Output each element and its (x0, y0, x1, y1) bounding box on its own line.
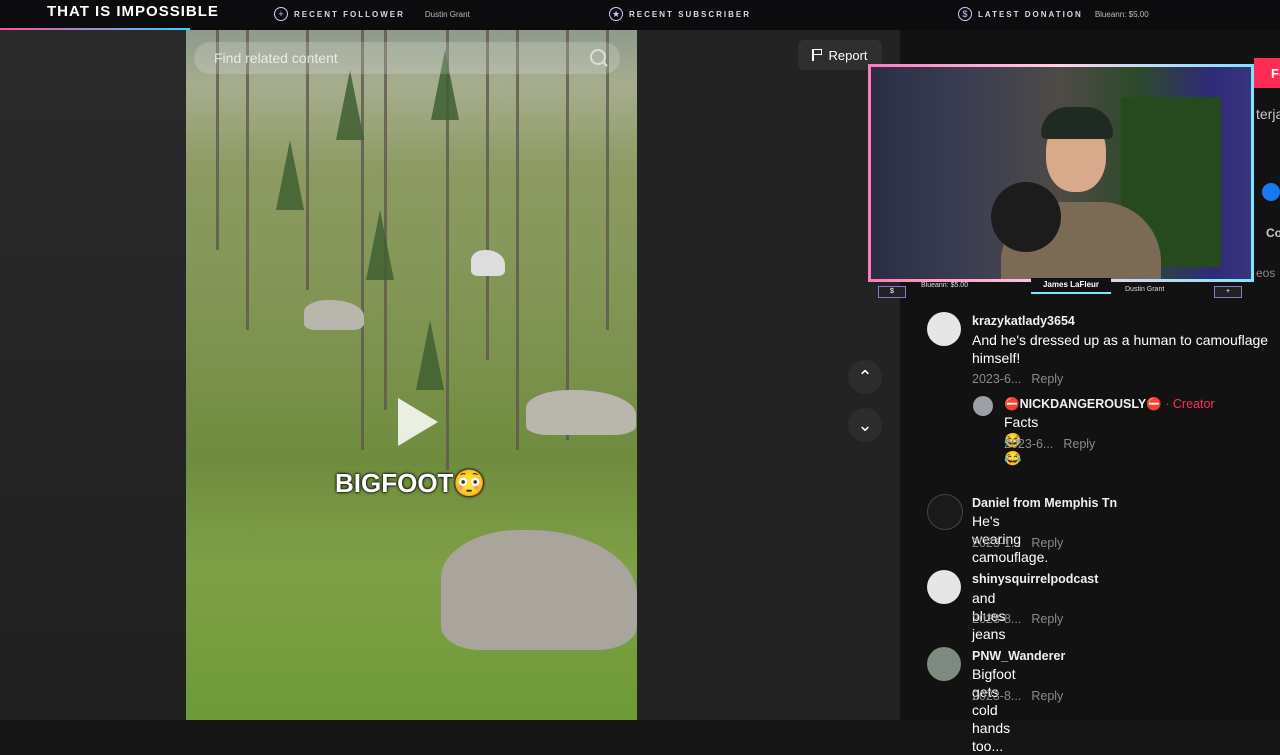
rock (441, 530, 637, 650)
microphone (991, 182, 1061, 252)
tree-trunk (246, 30, 249, 330)
reply-button[interactable]: Reply (1031, 689, 1063, 703)
comment-meta: 2023-6... Reply (1004, 437, 1095, 451)
partial-text: terja (1256, 106, 1280, 122)
rock (526, 390, 636, 435)
avatar[interactable] (927, 647, 961, 681)
reply-button[interactable]: Reply (1031, 536, 1063, 550)
recent-subscriber-ticker: ★ RECENT SUBSCRIBER (609, 7, 751, 21)
tree-trunk (606, 30, 609, 330)
pine-tree (276, 140, 304, 210)
previous-video-button[interactable]: ⌃ (848, 360, 882, 394)
dollar-icon: $ (958, 7, 972, 21)
stream-overlay-bar: THAT IS IMPOSSIBLE + RECENT FOLLOWER Dus… (0, 0, 1280, 30)
partial-tab[interactable]: Co (1266, 226, 1280, 240)
left-background (0, 30, 186, 720)
comment-date: 2023-6... (972, 372, 1022, 386)
plus-icon: + (1214, 286, 1242, 298)
chevron-down-icon: ⌄ (857, 414, 873, 435)
tree-trunk (486, 30, 489, 360)
comment-date: 2023-8... (972, 689, 1022, 703)
recent-follower-ticker: + RECENT FOLLOWER Dustin Grant (274, 7, 470, 21)
play-icon[interactable] (398, 398, 438, 446)
comment-username[interactable]: ⛔NICKDANGEROUSLY⛔ · Creator (1004, 397, 1215, 412)
cam-streamer-name: James LaFleur (1031, 278, 1111, 294)
chevron-up-icon: ⌃ (857, 366, 873, 387)
reply-button[interactable]: Reply (1031, 612, 1063, 626)
rock (304, 300, 364, 330)
comment-meta: 2023-6... Reply (972, 372, 1063, 386)
reply-button[interactable]: Reply (1063, 437, 1095, 451)
creator-badge: · Creator (1165, 397, 1215, 411)
avatar[interactable] (927, 312, 961, 346)
comment-text: And he's dressed up as a human to camouf… (972, 332, 1269, 366)
tree-trunk (516, 30, 519, 450)
next-video-button[interactable]: ⌄ (848, 408, 882, 442)
streamer (991, 107, 1161, 279)
avatar[interactable] (927, 570, 961, 604)
cam-donation-value: Blueann: $5.00 (921, 282, 969, 289)
pine-tree (416, 320, 444, 390)
comment-date: 2023-1... (972, 536, 1022, 550)
latest-donation-label: LATEST DONATION (978, 9, 1083, 19)
webcam-overlay (868, 64, 1254, 282)
comment-date: 2023-8... (972, 612, 1022, 626)
follow-button[interactable]: Fo (1254, 58, 1280, 88)
comment-meta: 2023-8... Reply (972, 612, 1063, 626)
comment-text: Bigfoot gets cold hands too... (972, 666, 1016, 754)
search-bar[interactable]: Find related content (194, 42, 620, 74)
comment-meta: 2023-8... Reply (972, 689, 1063, 703)
search-input[interactable]: Find related content (214, 50, 338, 66)
comment-username[interactable]: PNW_Wanderer (972, 649, 1065, 663)
stream-title: THAT IS IMPOSSIBLE (47, 3, 219, 20)
report-label: Report (828, 47, 868, 63)
latest-donation-value: Blueann: $5.00 (1094, 9, 1149, 19)
comment-meta: 2023-1... Reply (972, 536, 1063, 550)
comment-date: 2023-6... (1004, 437, 1054, 451)
title-accent-line (0, 28, 190, 30)
facebook-icon[interactable] (1262, 183, 1280, 201)
recent-subscriber-label: RECENT SUBSCRIBER (629, 9, 752, 19)
dollar-icon: $ (878, 286, 906, 298)
cam-follower-value: Dustin Grant (1125, 286, 1165, 293)
tree-trunk (566, 30, 569, 440)
pine-tree (336, 70, 364, 140)
latest-donation-ticker: $ LATEST DONATION Blueann: $5.00 (958, 7, 1149, 21)
avatar[interactable] (973, 396, 993, 416)
comment-username[interactable]: shinysquirrelpodcast (972, 572, 1098, 586)
flag-icon (812, 49, 823, 61)
reply-button[interactable]: Reply (1031, 372, 1063, 386)
plus-icon: + (274, 7, 288, 21)
recent-follower-name: Dustin Grant (424, 9, 470, 19)
avatar[interactable] (927, 494, 963, 530)
rock (471, 250, 505, 276)
search-icon[interactable] (590, 49, 606, 65)
video-player[interactable] (186, 30, 637, 720)
pine-tree (366, 210, 394, 280)
star-icon: ★ (609, 7, 623, 21)
recent-follower-label: RECENT FOLLOWER (294, 9, 405, 19)
comment-username[interactable]: Daniel from Memphis Tn (972, 496, 1117, 510)
webcam-nameplate: $ Blueann: $5.00 James LaFleur Dustin Gr… (868, 278, 1254, 298)
video-caption: BIGFOOT😳 (335, 468, 486, 498)
comment-username[interactable]: krazykatlady3654 (972, 314, 1075, 328)
partial-text: eos (1256, 266, 1276, 280)
